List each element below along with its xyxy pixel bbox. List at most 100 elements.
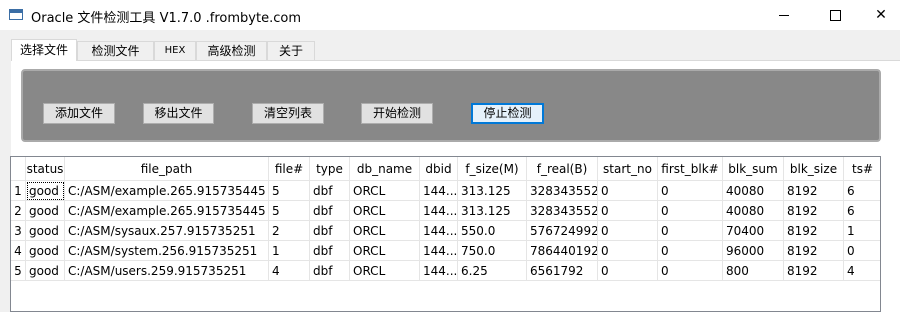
cell-f-size[interactable]: 313.125 — [458, 201, 527, 221]
close-button[interactable]: ✕ — [858, 0, 900, 30]
cell-blk-size[interactable]: 8192 — [784, 181, 844, 201]
tab-select-file[interactable]: 选择文件 — [11, 39, 77, 61]
cell-ts[interactable]: 0 — [844, 241, 880, 261]
cell-blk-size[interactable]: 8192 — [784, 261, 844, 281]
cell-type[interactable]: dbf — [310, 221, 350, 241]
cell-f-real[interactable]: 328343552 — [527, 201, 598, 221]
cell-file-path[interactable]: C:/ASM/users.259.915735251 — [65, 261, 269, 281]
remove-file-button[interactable]: 移出文件 — [143, 103, 214, 124]
stop-check-button[interactable]: 停止检测 — [471, 103, 544, 124]
cell-db-name[interactable]: ORCL — [350, 261, 420, 281]
cell-f-size[interactable]: 550.0 — [458, 221, 527, 241]
cell-type[interactable]: dbf — [310, 181, 350, 201]
cell-f-real[interactable]: 6561792 — [527, 261, 598, 281]
cell-db-name[interactable]: ORCL — [350, 241, 420, 261]
cell-f-size[interactable]: 313.125 — [458, 181, 527, 201]
cell-start-no[interactable]: 0 — [598, 181, 658, 201]
tab-check-file[interactable]: 检测文件 — [77, 41, 154, 60]
cell-ts[interactable]: 6 — [844, 201, 880, 221]
row-header[interactable]: 2 — [11, 201, 26, 221]
cell-start-no[interactable]: 0 — [598, 241, 658, 261]
cell-dbid[interactable]: 144... — [420, 221, 458, 241]
cell-file-path[interactable]: C:/ASM/sysaux.257.915735251 — [65, 221, 269, 241]
column-header-f-real[interactable]: f_real(B) — [527, 157, 598, 181]
row-header[interactable]: 4 — [11, 241, 26, 261]
column-header-first-blk[interactable]: first_blk# — [658, 157, 723, 181]
column-header-db-name[interactable]: db_name — [350, 157, 420, 181]
tab-about[interactable]: 关于 — [267, 41, 315, 60]
column-header-dbid[interactable]: dbid — [420, 157, 458, 181]
cell-blk-sum[interactable]: 800 — [723, 261, 784, 281]
cell-first-blk[interactable]: 0 — [658, 201, 723, 221]
minimize-button[interactable] — [761, 0, 807, 30]
row-header[interactable]: 5 — [11, 261, 26, 281]
column-header-ts[interactable]: ts# — [844, 157, 880, 181]
add-file-button[interactable]: 添加文件 — [43, 103, 115, 124]
cell-blk-size[interactable]: 8192 — [784, 241, 844, 261]
cell-first-blk[interactable]: 0 — [658, 261, 723, 281]
cell-f-real[interactable]: 786440192 — [527, 241, 598, 261]
column-header-file-path[interactable]: file_path — [65, 157, 269, 181]
table-row[interactable]: 5 good C:/ASM/users.259.915735251 4 dbf … — [11, 261, 880, 281]
cell-db-name[interactable]: ORCL — [350, 201, 420, 221]
row-header[interactable]: 1 — [11, 181, 26, 201]
cell-f-real[interactable]: 328343552 — [527, 181, 598, 201]
cell-file-num[interactable]: 4 — [269, 261, 310, 281]
cell-dbid[interactable]: 144... — [420, 181, 458, 201]
cell-f-size[interactable]: 750.0 — [458, 241, 527, 261]
cell-first-blk[interactable]: 0 — [658, 221, 723, 241]
cell-start-no[interactable]: 0 — [598, 201, 658, 221]
tab-advanced-check[interactable]: 高级检测 — [196, 41, 267, 60]
table-row[interactable]: 1 good C:/ASM/example.265.915735445 5 db… — [11, 181, 880, 201]
cell-db-name[interactable]: ORCL — [350, 181, 420, 201]
table-row[interactable]: 3 good C:/ASM/sysaux.257.915735251 2 dbf… — [11, 221, 880, 241]
cell-dbid[interactable]: 144... — [420, 261, 458, 281]
column-header-file-num[interactable]: file# — [269, 157, 310, 181]
cell-type[interactable]: dbf — [310, 241, 350, 261]
cell-status[interactable]: good — [26, 221, 65, 241]
column-header-blk-sum[interactable]: blk_sum — [723, 157, 784, 181]
cell-dbid[interactable]: 144... — [420, 241, 458, 261]
cell-status[interactable]: good — [26, 261, 65, 281]
cell-blk-size[interactable]: 8192 — [784, 221, 844, 241]
cell-blk-sum[interactable]: 70400 — [723, 221, 784, 241]
cell-file-num[interactable]: 5 — [269, 201, 310, 221]
cell-ts[interactable]: 6 — [844, 181, 880, 201]
cell-f-real[interactable]: 576724992 — [527, 221, 598, 241]
cell-blk-sum[interactable]: 96000 — [723, 241, 784, 261]
cell-first-blk[interactable]: 0 — [658, 241, 723, 261]
cell-blk-sum[interactable]: 40080 — [723, 201, 784, 221]
file-table[interactable]: status file_path file# type db_name dbid… — [10, 156, 881, 312]
cell-file-path[interactable]: C:/ASM/example.265.915735445 — [65, 181, 269, 201]
cell-blk-sum[interactable]: 40080 — [723, 181, 784, 201]
tab-hex[interactable]: HEX — [154, 41, 196, 60]
cell-db-name[interactable]: ORCL — [350, 221, 420, 241]
column-header-status[interactable]: status — [26, 157, 65, 181]
cell-file-num[interactable]: 1 — [269, 241, 310, 261]
cell-file-num[interactable]: 5 — [269, 181, 310, 201]
cell-start-no[interactable]: 0 — [598, 221, 658, 241]
column-header-blk-size[interactable]: blk_size — [784, 157, 844, 181]
cell-ts[interactable]: 4 — [844, 261, 880, 281]
cell-file-num[interactable]: 2 — [269, 221, 310, 241]
cell-file-path[interactable]: C:/ASM/example.265.915735445 — [65, 201, 269, 221]
maximize-button[interactable] — [812, 0, 858, 30]
start-check-button[interactable]: 开始检测 — [361, 103, 433, 124]
cell-type[interactable]: dbf — [310, 261, 350, 281]
table-row[interactable]: 4 good C:/ASM/system.256.915735251 1 dbf… — [11, 241, 880, 261]
row-header[interactable]: 3 — [11, 221, 26, 241]
cell-first-blk[interactable]: 0 — [658, 181, 723, 201]
cell-status[interactable]: good — [26, 241, 65, 261]
cell-status[interactable]: good — [26, 181, 65, 201]
cell-blk-size[interactable]: 8192 — [784, 201, 844, 221]
cell-type[interactable]: dbf — [310, 201, 350, 221]
cell-status[interactable]: good — [26, 201, 65, 221]
table-row[interactable]: 2 good C:/ASM/example.265.915735445 5 db… — [11, 201, 880, 221]
column-header-f-size[interactable]: f_size(M) — [458, 157, 527, 181]
clear-list-button[interactable]: 清空列表 — [252, 103, 324, 124]
cell-start-no[interactable]: 0 — [598, 261, 658, 281]
cell-f-size[interactable]: 6.25 — [458, 261, 527, 281]
column-header-type[interactable]: type — [310, 157, 350, 181]
cell-ts[interactable]: 1 — [844, 221, 880, 241]
cell-dbid[interactable]: 144... — [420, 201, 458, 221]
